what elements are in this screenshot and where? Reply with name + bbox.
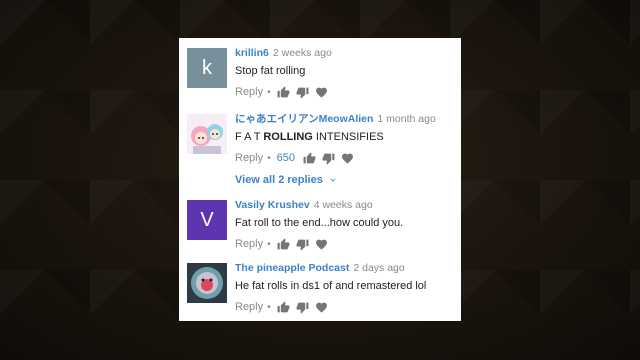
thumbs-up-icon[interactable] (277, 238, 290, 251)
comment-time[interactable]: 1 month ago (377, 113, 435, 125)
comment-time[interactable]: 2 weeks ago (273, 47, 332, 59)
heart-icon[interactable] (315, 238, 328, 251)
heart-icon[interactable] (341, 152, 354, 165)
avatar-letter: k (202, 56, 212, 79)
separator: • (267, 86, 271, 98)
anime-avatar-image (187, 114, 227, 154)
heart-icon[interactable] (315, 86, 328, 99)
comment-text-part: INTENSIFIES (312, 131, 384, 143)
avatar-letter: V (200, 208, 214, 231)
thumbs-up-icon[interactable] (277, 301, 290, 314)
reply-button[interactable]: Reply (235, 86, 263, 98)
comment-author[interactable]: The pineapple Podcast (235, 262, 349, 274)
thumbs-down-icon[interactable] (322, 152, 335, 165)
thumbs-down-icon[interactable] (296, 301, 309, 314)
avatar[interactable]: V (187, 200, 227, 240)
avatar[interactable]: k (187, 48, 227, 88)
reply-button[interactable]: Reply (235, 238, 263, 250)
comments-panel: k krillin6 2 weeks ago Stop fat rolling R… (179, 38, 461, 321)
thumbs-up-icon[interactable] (303, 152, 316, 165)
thumbs-down-icon[interactable] (296, 238, 309, 251)
separator: • (267, 301, 271, 313)
comment-author[interactable]: Vasily Krushev (235, 199, 310, 211)
comment-text: He fat rolls in ds1 of and remastered lo… (235, 280, 427, 292)
comment-text: Fat roll to the end...how could you. (235, 217, 404, 229)
comment-author[interactable]: にゃあエイリアンMeowAlien (235, 113, 373, 125)
separator: • (267, 152, 271, 164)
reply-button[interactable]: Reply (235, 152, 263, 164)
comment-text-bold: ROLLING (263, 131, 313, 143)
like-count: 650 (276, 152, 295, 164)
comment-text-part: F A T (235, 131, 264, 143)
avatar[interactable] (187, 114, 227, 154)
comment-time[interactable]: 4 weeks ago (314, 199, 373, 211)
chevron-down-icon (330, 178, 336, 182)
separator: • (267, 238, 271, 250)
avatar[interactable] (187, 263, 227, 303)
comment-text: F A T ROLLING INTENSIFIES (235, 130, 455, 144)
thumbs-up-icon[interactable] (277, 86, 290, 99)
comment-author[interactable]: krillin6 (235, 47, 269, 59)
comment-time[interactable]: 2 days ago (353, 262, 404, 274)
comment-text: Stop fat rolling (235, 65, 306, 77)
thumbs-down-icon[interactable] (296, 86, 309, 99)
heart-icon[interactable] (315, 301, 328, 314)
podcast-avatar-image (187, 263, 227, 303)
view-replies-label: View all 2 replies (235, 174, 323, 186)
reply-button[interactable]: Reply (235, 301, 263, 313)
view-replies-button[interactable]: View all 2 replies (235, 174, 338, 186)
